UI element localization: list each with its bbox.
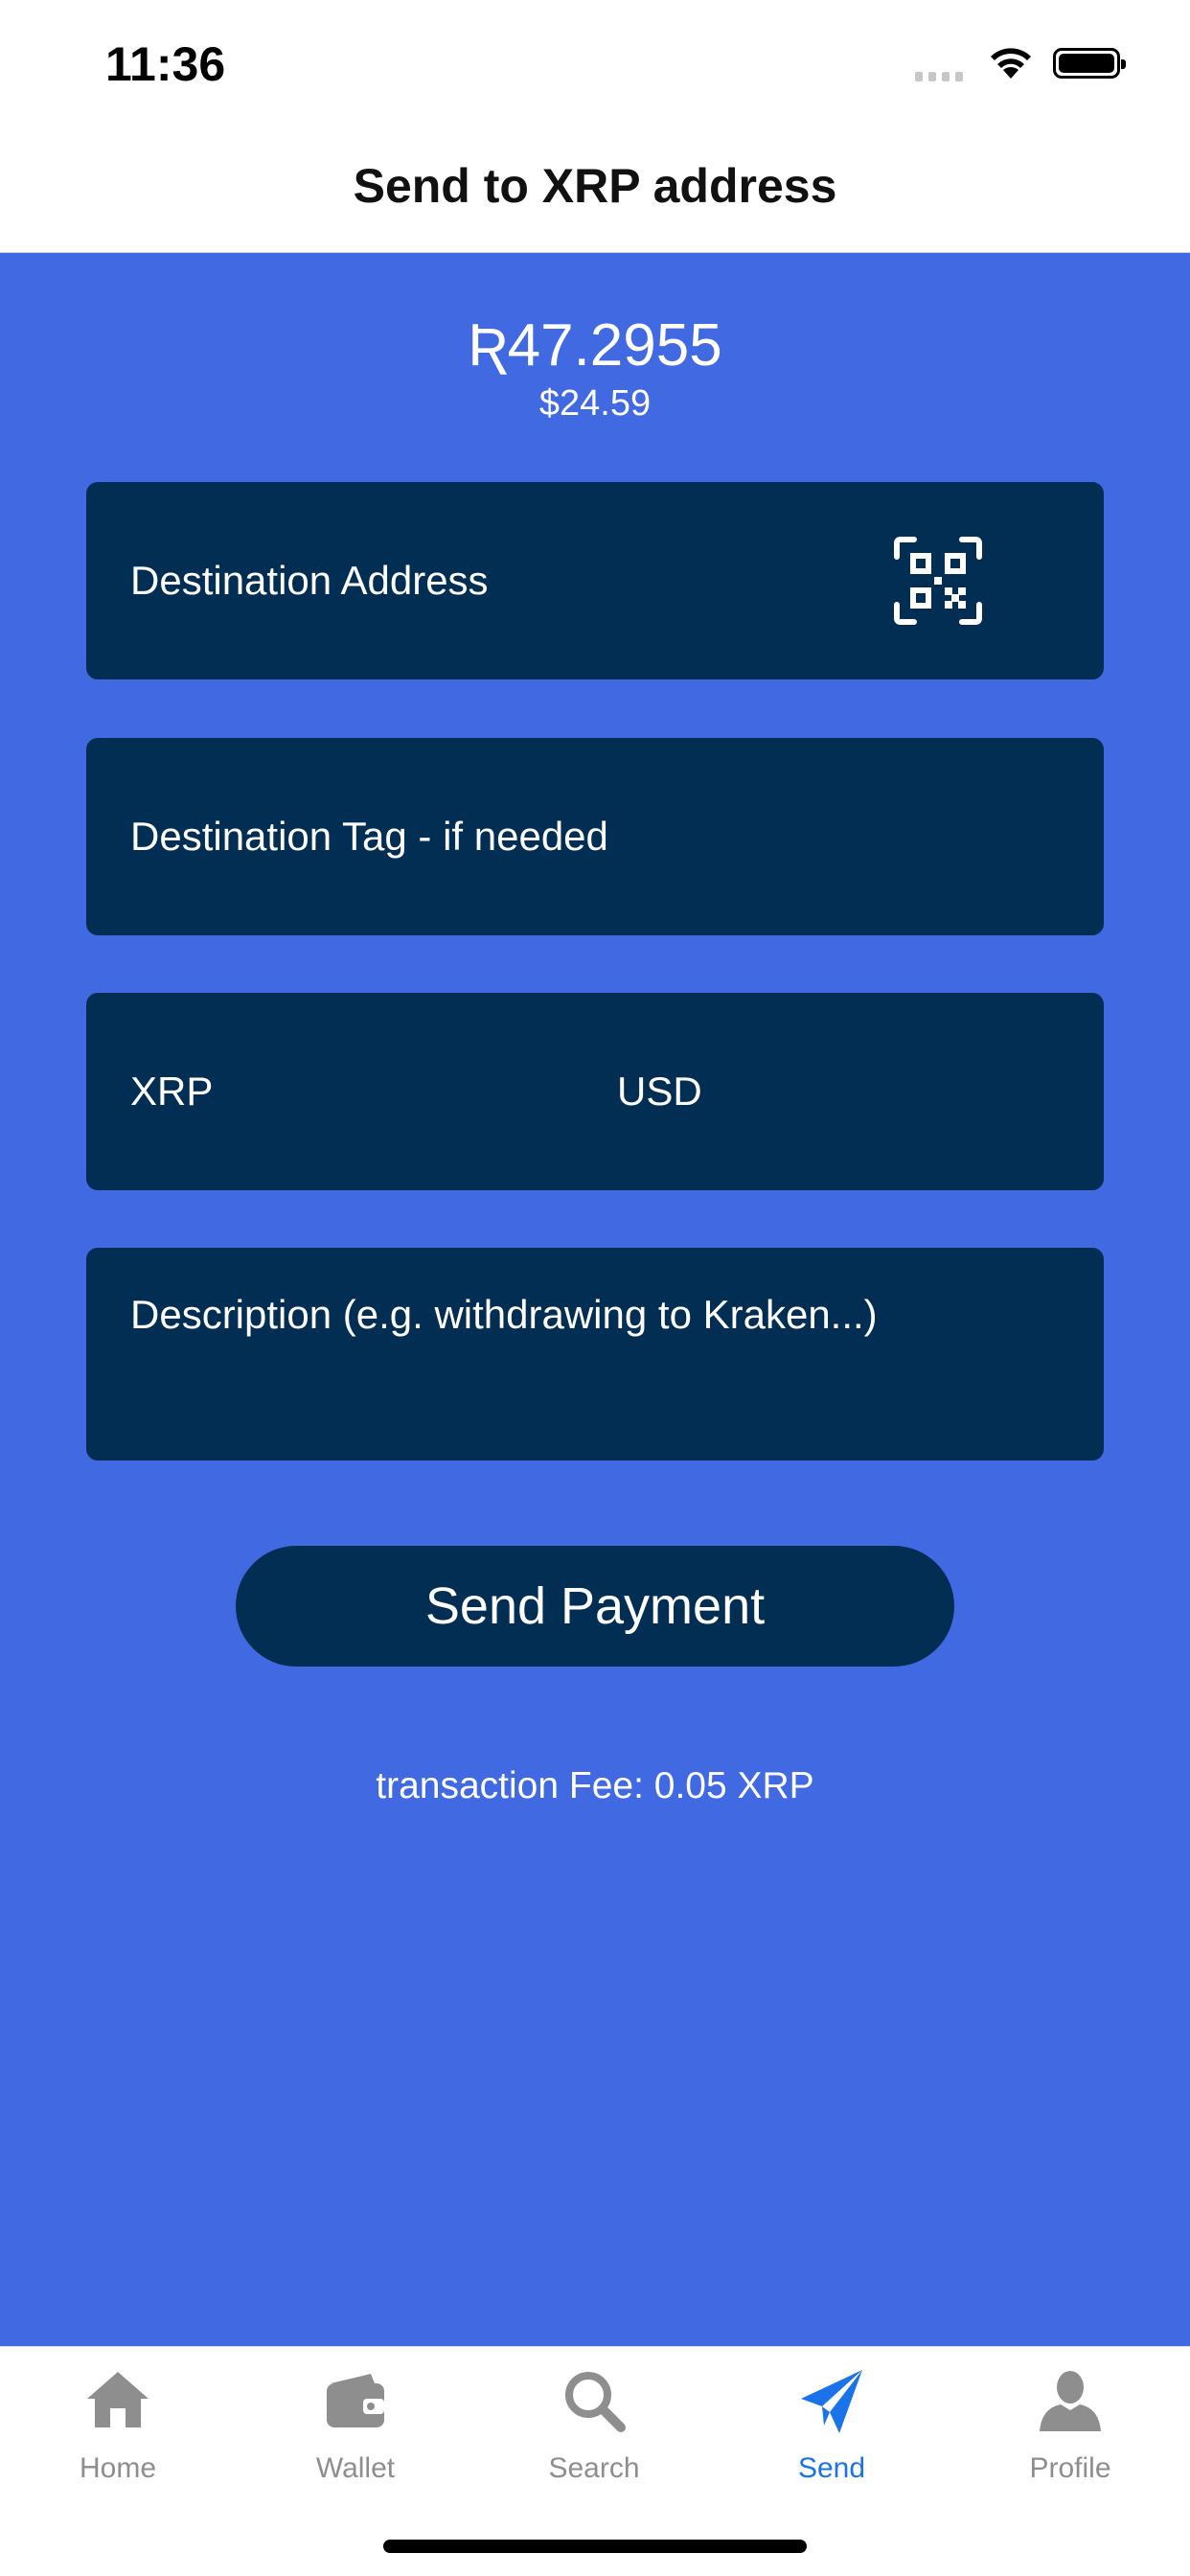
tab-home[interactable]: Home [22,2347,214,2491]
search-icon [565,2372,626,2432]
tab-send-label: Send [797,2452,866,2484]
home-icon [87,2372,149,2427]
wifi-icon [991,48,1031,79]
battery-icon [1053,48,1126,79]
destination-tag-placeholder: Destination Tag - if needed [130,814,608,859]
status-time: 11:36 [105,37,226,91]
description-placeholder: Description (e.g. withdrawing to Kraken.… [130,1292,878,1337]
tab-profile[interactable]: Profile [974,2347,1166,2491]
tab-search-label: Search [548,2452,640,2484]
transaction-fee-text: transaction Fee: 0.05 XRP [376,1765,814,1806]
tab-profile-label: Profile [1029,2452,1111,2484]
send-icon [801,2370,862,2433]
navigation-bar: Send to XRP address [0,134,1190,253]
page-title: Send to XRP address [353,159,837,213]
profile-icon [1040,2371,1101,2431]
tab-wallet-label: Wallet [315,2452,396,2484]
usd-balance: $24.59 [538,383,652,424]
destination-address-placeholder: Destination Address [130,558,489,603]
xrp-amount-input[interactable]: XRP [130,1069,590,1115]
tab-send[interactable]: Send [736,2347,927,2491]
status-bar: 11:36 [0,0,1190,134]
wallet-icon [327,2374,384,2427]
amount-row: XRP USD [86,993,1104,1190]
cellular-signal-icon [915,72,963,81]
tab-wallet[interactable]: Wallet [260,2347,451,2491]
tab-home-label: Home [79,2452,157,2484]
send-payment-button[interactable]: Send Payment [236,1546,954,1667]
destination-tag-field[interactable]: Destination Tag - if needed [86,738,1104,935]
description-field[interactable]: Description (e.g. withdrawing to Kraken.… [86,1248,1104,1460]
qr-code-scan-icon[interactable] [893,536,983,626]
home-indicator[interactable] [383,2540,807,2553]
xrp-balance: Ʀ47.2955 [468,312,722,379]
tab-search[interactable]: Search [498,2347,690,2491]
destination-address-field[interactable]: Destination Address [86,482,1104,679]
usd-amount-input[interactable]: USD [617,1069,1058,1115]
